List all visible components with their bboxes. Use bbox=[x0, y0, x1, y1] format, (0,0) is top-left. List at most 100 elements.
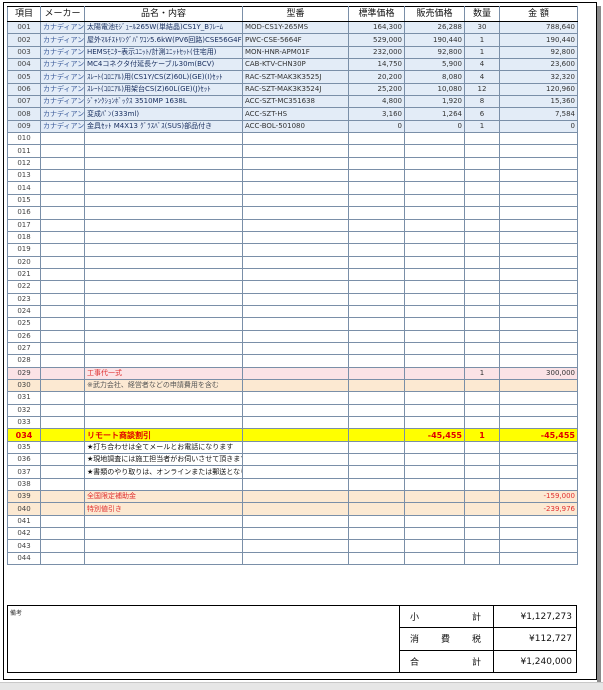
header-amount: 金 額 bbox=[499, 6, 578, 22]
cell-sale-price bbox=[404, 551, 465, 566]
cell-quantity: 8 bbox=[464, 95, 500, 109]
table-row: 030 ※武力会社、経営者などの申請費用を含む bbox=[7, 378, 578, 393]
table-row: 005 カナディアン ｽﾚｰﾄ(ｺﾛﾆｱﾙ)用(CS1Y/CS(Z)60L)(GE)… bbox=[7, 70, 578, 84]
cell-maker bbox=[40, 280, 85, 294]
cell-quantity bbox=[464, 453, 500, 467]
cell-model: RAC-SZT-MAK3K3525J bbox=[242, 70, 349, 84]
cell-sale-price: 26,288 bbox=[404, 20, 465, 35]
table-row: 024 bbox=[7, 304, 578, 319]
cell-standard-price bbox=[348, 132, 405, 146]
cell-item-no: 029 bbox=[7, 366, 41, 380]
cell-model bbox=[242, 304, 349, 319]
cell-sale-price bbox=[404, 181, 465, 195]
cell-product-name bbox=[84, 193, 243, 208]
cell-amount bbox=[499, 329, 578, 343]
cell-item-no: 015 bbox=[7, 193, 41, 208]
cell-model: ACC-SZT-HS bbox=[242, 107, 349, 121]
cell-quantity bbox=[464, 354, 500, 368]
cell-product-name: ｽﾚｰﾄ(ｺﾛﾆｱﾙ)用(CS1Y/CS(Z)60L)(GE)(I)ｾｯﾄ bbox=[84, 70, 243, 84]
cell-item-no: 024 bbox=[7, 304, 41, 319]
cell-amount bbox=[499, 193, 578, 208]
cell-item-no: 038 bbox=[7, 477, 41, 492]
cell-model bbox=[242, 255, 349, 269]
cell-maker bbox=[40, 539, 85, 553]
cell-product-name bbox=[84, 477, 243, 492]
cell-sale-price bbox=[404, 341, 465, 356]
cell-item-no: 023 bbox=[7, 292, 41, 306]
table-row: 044 bbox=[7, 551, 578, 566]
cell-quantity bbox=[464, 218, 500, 232]
cell-amount bbox=[499, 255, 578, 269]
cell-product-name bbox=[84, 206, 243, 220]
cell-amount bbox=[499, 539, 578, 553]
cell-standard-price bbox=[348, 378, 405, 393]
cell-maker bbox=[40, 490, 85, 504]
table-row: 013 bbox=[7, 169, 578, 183]
cell-model bbox=[242, 465, 349, 479]
cell-model bbox=[242, 181, 349, 195]
cell-maker bbox=[40, 292, 85, 306]
cell-sale-price bbox=[404, 329, 465, 343]
cell-quantity: 1 bbox=[464, 33, 500, 47]
cell-model bbox=[242, 329, 349, 343]
cell-sale-price bbox=[404, 144, 465, 158]
table-row: 018 bbox=[7, 230, 578, 245]
total-value: ¥1,240,000 bbox=[520, 656, 572, 667]
header-sale-price: 販売価格 bbox=[404, 6, 465, 22]
cell-sale-price bbox=[404, 292, 465, 306]
cell-product-name bbox=[84, 341, 243, 356]
cell-quantity bbox=[464, 527, 500, 541]
cell-sale-price bbox=[404, 193, 465, 208]
cell-maker bbox=[40, 243, 85, 257]
cell-product-name bbox=[84, 255, 243, 269]
cell-standard-price bbox=[348, 230, 405, 245]
cell-amount: 190,440 bbox=[499, 33, 578, 47]
cell-item-no: 010 bbox=[7, 132, 41, 146]
cell-model bbox=[242, 169, 349, 183]
table-row: 021 bbox=[7, 267, 578, 282]
cell-standard-price: 14,750 bbox=[348, 58, 405, 72]
cell-amount bbox=[499, 181, 578, 195]
header-maker: メーカー bbox=[40, 6, 85, 22]
cell-sale-price: 10,080 bbox=[404, 82, 465, 97]
cell-maker: カナディアン bbox=[40, 33, 85, 47]
cell-product-name: ｼﾞｬﾝｸｼｮﾝﾎﾞｯｸｽ 3510MP 1638L bbox=[84, 95, 243, 109]
cell-maker bbox=[40, 341, 85, 356]
header-item-no: 項目 bbox=[7, 6, 41, 22]
cell-product-name: 太陽電池ﾓｼﾞｭｰﾙ265W(単結晶)CS1Y_Bﾌﾚｰﾑ bbox=[84, 20, 243, 35]
cell-maker bbox=[40, 527, 85, 541]
cell-product-name bbox=[84, 391, 243, 405]
subtotal-value: ¥1,127,273 bbox=[520, 611, 572, 622]
cell-item-no: 030 bbox=[7, 378, 41, 393]
cell-item-no: 039 bbox=[7, 490, 41, 504]
cell-item-no: 036 bbox=[7, 453, 41, 467]
table-row: 031 bbox=[7, 391, 578, 405]
cell-standard-price bbox=[348, 403, 405, 418]
cell-amount bbox=[499, 230, 578, 245]
cell-item-no: 041 bbox=[7, 514, 41, 529]
cell-amount: 300,000 bbox=[499, 366, 578, 380]
cell-product-name bbox=[84, 514, 243, 529]
cell-product-name bbox=[84, 243, 243, 257]
cell-amount bbox=[499, 304, 578, 319]
cell-product-name bbox=[84, 267, 243, 282]
header-model: 型番 bbox=[242, 6, 349, 22]
table-row: 039 全国限定補助金 -159,000 bbox=[7, 490, 578, 504]
cell-amount bbox=[499, 132, 578, 146]
cell-amount bbox=[499, 292, 578, 306]
table-row: 020 bbox=[7, 255, 578, 269]
cell-sale-price: 92,800 bbox=[404, 45, 465, 60]
cell-model bbox=[242, 243, 349, 257]
cell-maker bbox=[40, 551, 85, 566]
cell-product-name: ｽﾚｰﾄ(ｺﾛﾆｱﾙ)用架台CS(Z)60L(GE)(J)ｾｯﾄ bbox=[84, 82, 243, 97]
cell-sale-price bbox=[404, 218, 465, 232]
table-row: 011 bbox=[7, 144, 578, 158]
cell-item-no: 007 bbox=[7, 95, 41, 109]
table-row: 029 工事代一式 1 300,000 bbox=[7, 366, 578, 380]
cell-maker bbox=[40, 514, 85, 529]
cell-item-no: 018 bbox=[7, 230, 41, 245]
cell-product-name: 金具ｾｯﾄ M4X13 ｸﾞﾗｽﾊﾞｽ(SUS)部品付き bbox=[84, 119, 243, 134]
cell-model: PWC-CSE-5664F bbox=[242, 33, 349, 47]
cell-quantity bbox=[464, 551, 500, 566]
cell-item-no: 019 bbox=[7, 243, 41, 257]
